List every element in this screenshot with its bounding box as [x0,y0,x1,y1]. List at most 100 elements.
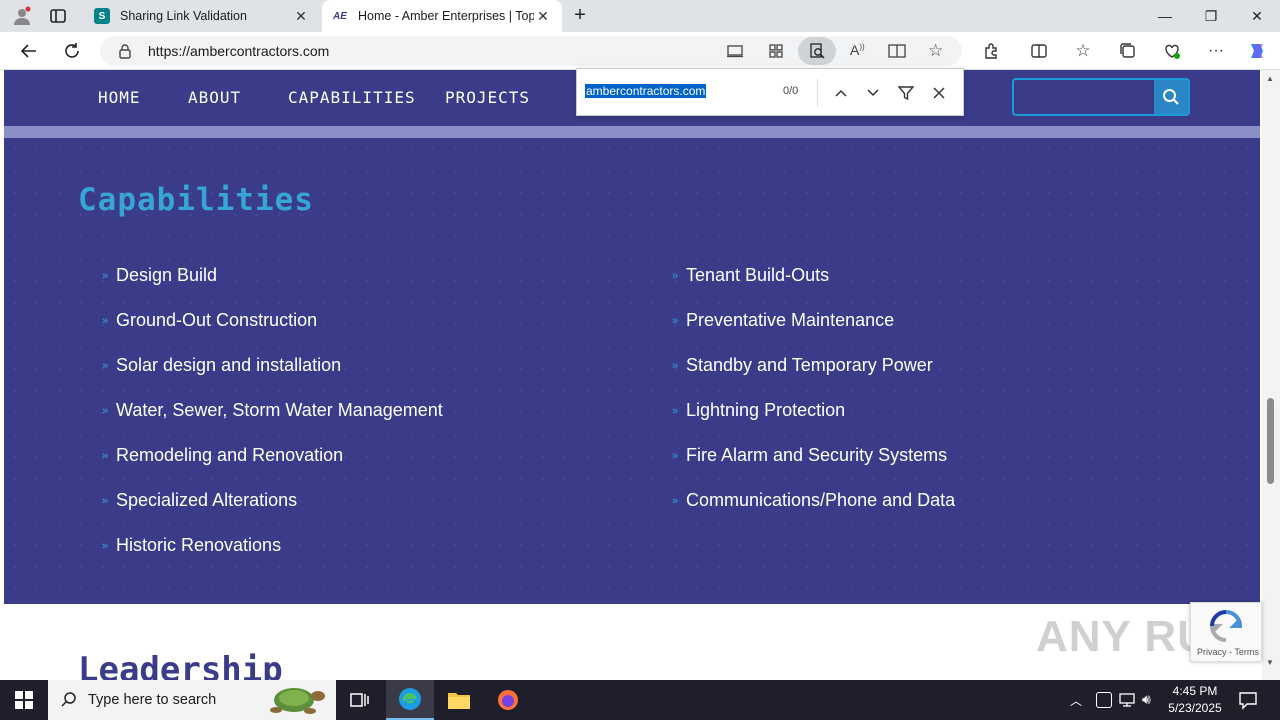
web-page: HOME ABOUT CAPABILITIES PROJECTS Capabil… [0,70,1262,680]
extensions-icon[interactable] [976,36,1006,66]
chevron-bullet-icon: » [102,450,109,462]
tab-amber-enterprises[interactable]: AE Home - Amber Enterprises | Top- ✕ [322,0,562,32]
nav-home[interactable]: HOME [98,88,141,107]
capability-item: » Tenant Build-Outs [672,265,829,286]
scroll-down-icon[interactable]: ▼ [1266,658,1274,667]
apps-icon[interactable] [768,43,784,64]
url-text: https://ambercontractors.com [148,43,330,59]
capability-label: Communications/Phone and Data [686,490,956,510]
turtle-illustration-icon [262,682,330,723]
volume-icon[interactable]: 🔊︎ [1142,691,1151,708]
notifications-icon[interactable] [1238,690,1258,715]
show-hidden-icons[interactable]: ︿ [1070,692,1082,709]
nav-capabilities[interactable]: CAPABILITIES [288,88,416,107]
restore-icon[interactable]: ❐ [1188,0,1234,32]
find-on-page-icon[interactable] [798,37,836,65]
capability-label: Specialized Alterations [116,490,298,510]
chevron-bullet-icon: » [672,495,679,507]
clock-date: 5/23/2025 [1168,701,1222,715]
site-search-button[interactable] [1154,80,1188,114]
find-next-icon[interactable] [859,79,887,107]
chevron-bullet-icon: » [102,360,109,372]
task-view-icon[interactable] [336,680,384,720]
capability-label: Remodeling and Renovation [116,445,344,465]
device-icon[interactable] [726,43,744,64]
collections-icon[interactable] [1113,36,1143,66]
url-field[interactable]: https://ambercontractors.com A)) ☆ [100,36,962,66]
capability-label: Ground-Out Construction [116,310,318,330]
close-tab-icon[interactable]: ✕ [292,8,310,25]
capability-label: Solar design and installation [116,355,342,375]
refresh-icon[interactable] [57,36,87,66]
back-icon[interactable] [14,36,44,66]
edge-taskbar-icon[interactable] [386,680,434,720]
favorite-star-icon[interactable]: ☆ [928,41,943,61]
address-bar-row: https://ambercontractors.com A)) ☆ ☆ ··· [0,32,1280,70]
nav-projects[interactable]: PROJECTS [445,88,530,107]
meet-now-icon[interactable] [1096,692,1112,708]
recaptcha-privacy-terms[interactable]: Privacy - Terms [1197,647,1259,657]
network-icon[interactable] [1118,692,1136,713]
chevron-bullet-icon: » [672,270,679,282]
tab-actions-icon[interactable] [48,6,72,26]
site-search-input[interactable] [1012,78,1190,116]
chevron-bullet-icon: » [672,315,679,327]
capability-label: Fire Alarm and Security Systems [686,445,948,465]
chevron-bullet-icon: » [102,540,109,552]
vertical-scrollbar[interactable]: ▲ ▼ [1262,70,1280,680]
file-explorer-icon[interactable] [435,680,483,720]
taskbar-clock[interactable]: 4:45 PM 5/23/2025 [1160,683,1230,717]
sharepoint-icon: S [94,8,110,24]
clock-time: 4:45 PM [1172,684,1218,698]
browser-tab-strip: S Sharing Link Validation ✕ AE Home - Am… [0,0,1280,32]
nav-decorative-strip [4,126,1260,138]
close-window-icon[interactable]: ✕ [1234,0,1280,32]
capabilities-section: Capabilities » Design Build » Ground-Out C… [4,138,1260,604]
tab-title: Sharing Link Validation [120,9,247,23]
chevron-bullet-icon: » [102,495,109,507]
scrollbar-thumb[interactable] [1267,398,1274,484]
divider [817,79,818,107]
close-find-icon[interactable] [925,79,953,107]
recaptcha-badge[interactable]: Privacy - Terms [1190,602,1262,662]
read-aloud-icon[interactable]: A)) [850,42,865,58]
capability-label: Preventative Maintenance [686,310,895,330]
capability-label: Standby and Temporary Power [686,355,933,375]
split-screen-icon[interactable] [1024,36,1054,66]
copilot-icon[interactable] [1242,36,1272,66]
chevron-bullet-icon: » [102,270,109,282]
tab-sharing-link-validation[interactable]: S Sharing Link Validation ✕ [84,0,320,32]
capability-item: » Fire Alarm and Security Systems [672,445,947,466]
windows-start-icon[interactable] [0,680,48,720]
browser-essentials-icon[interactable] [1157,36,1187,66]
taskbar-search-placeholder: Type here to search [88,692,217,708]
new-tab-icon[interactable]: + [568,4,592,28]
close-tab-icon[interactable]: ✕ [534,8,552,25]
chevron-bullet-icon: » [672,450,679,462]
profile-avatar-icon[interactable] [8,4,36,28]
chevron-bullet-icon: » [102,315,109,327]
minimize-icon[interactable]: — [1142,0,1188,32]
taskbar-search-box[interactable]: Type here to search [48,680,336,720]
favorites-icon[interactable]: ☆ [1068,36,1098,66]
capability-label: Lightning Protection [686,400,846,420]
capability-item: » Communications/Phone and Data [672,490,955,511]
filter-icon[interactable] [892,79,920,107]
nav-about[interactable]: ABOUT [188,88,241,107]
more-menu-icon[interactable]: ··· [1201,36,1231,66]
scroll-up-icon[interactable]: ▲ [1266,74,1274,83]
windows-taskbar: Type here to search ︿ 🔊︎ 4:45 PM 5/23/20… [0,680,1280,720]
find-previous-icon[interactable] [827,79,855,107]
tab-title: Home - Amber Enterprises | Top- [358,9,534,23]
firefox-icon[interactable] [484,680,532,720]
immersive-reader-icon[interactable] [888,43,906,64]
capability-label: Water, Sewer, Storm Water Management [116,400,443,420]
capability-label: Historic Renovations [116,535,282,555]
lock-icon[interactable] [118,43,132,64]
capability-label: Design Build [116,265,218,285]
find-input[interactable]: ambercontractors.com [585,84,707,98]
find-on-page-bar: ambercontractors.com 0/0 [576,68,964,116]
search-icon [1163,89,1179,105]
capability-item: » Lightning Protection [672,400,845,421]
capability-item: » Specialized Alterations [102,490,297,511]
